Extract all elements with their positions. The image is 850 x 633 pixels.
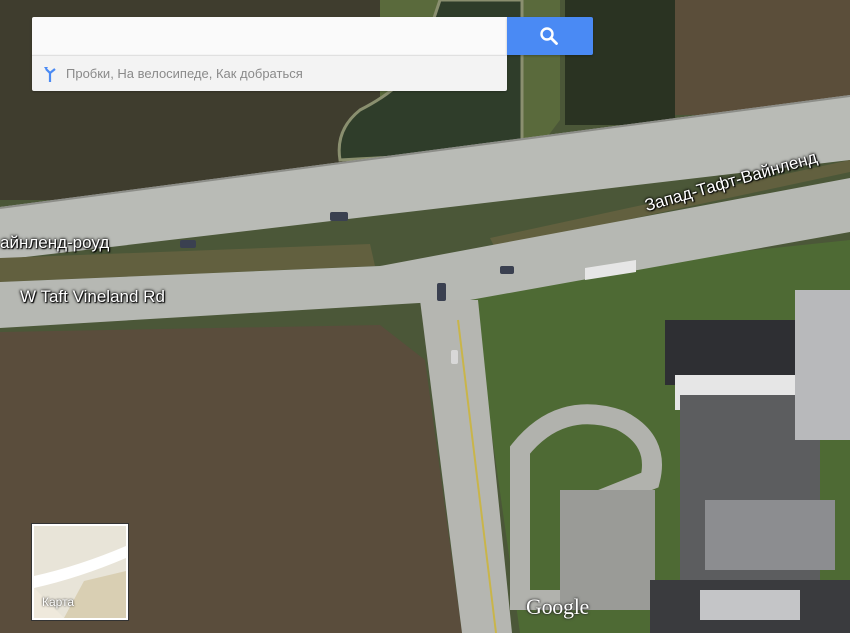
- suggestions-bar[interactable]: Пробки, На велосипеде, Как добраться: [32, 55, 507, 91]
- car: [330, 212, 348, 221]
- google-logo: Google: [526, 594, 589, 619]
- car: [437, 283, 446, 301]
- search-input[interactable]: [42, 17, 501, 57]
- search-panel: Пробки, На велосипеде, Как добраться: [32, 17, 593, 91]
- car: [500, 266, 514, 274]
- map-type-toggle[interactable]: Карта: [32, 524, 128, 620]
- suggestions-text[interactable]: Пробки, На велосипеде, Как добраться: [66, 66, 303, 81]
- road-label: W Taft Vineland Rd: [20, 287, 165, 306]
- minimap-label: Карта: [42, 595, 75, 609]
- car: [180, 240, 196, 248]
- search-icon: [540, 27, 558, 45]
- road-label: айнленд-роуд: [0, 233, 110, 252]
- car: [451, 350, 458, 364]
- search-button[interactable]: [507, 17, 593, 55]
- search-box[interactable]: [32, 17, 507, 57]
- directions-icon: [44, 67, 56, 82]
- field-top-right: [675, 0, 850, 115]
